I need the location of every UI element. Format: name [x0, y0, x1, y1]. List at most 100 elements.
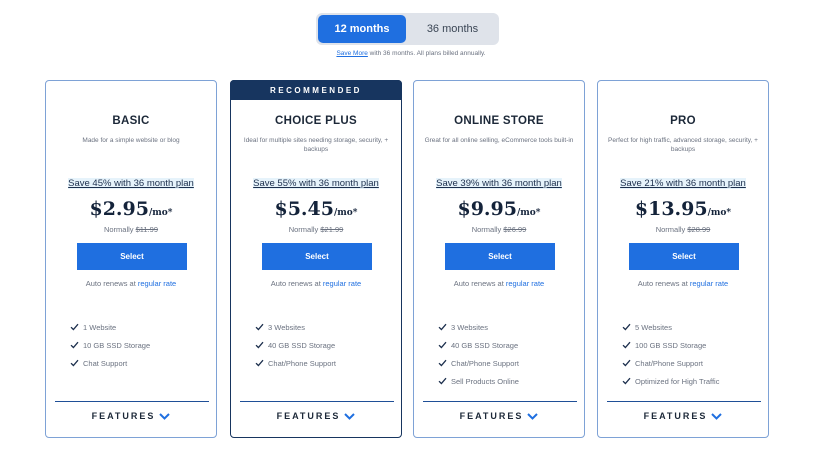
chevron-down-icon [527, 412, 539, 420]
feature-list: 5 Websites 100 GB SSD Storage Chat/Phone… [622, 318, 762, 390]
billing-note: Save More with 36 months. All plans bill… [0, 50, 822, 57]
feature-text: 1 Website [83, 322, 117, 332]
feature-item: Sell Products Online [438, 372, 578, 390]
feature-text: Chat Support [83, 358, 128, 368]
check-icon [622, 323, 632, 331]
normally-label: Normally [471, 225, 504, 234]
chevron-down-icon [711, 412, 723, 420]
check-icon [438, 359, 448, 367]
regular-rate-link[interactable]: regular rate [323, 279, 361, 288]
renew-text: Auto renews at [85, 279, 138, 288]
save-offer-link[interactable]: Save 39% with 36 month plan [436, 178, 562, 189]
normally-price: $11.99 [135, 225, 159, 234]
renew-text: Auto renews at [637, 279, 690, 288]
billing-note-text: with 36 months. All plans billed annuall… [367, 50, 486, 57]
regular-rate-link[interactable]: regular rate [506, 279, 544, 288]
feature-item: 3 Websites [438, 318, 578, 336]
plan-description: Made for a simple website or blog [82, 137, 180, 144]
normal-price: Normally $11.99 [46, 225, 216, 234]
regular-rate-link[interactable]: regular rate [138, 279, 176, 288]
price-period: /mo* [707, 208, 732, 218]
chevron-down-icon [159, 412, 171, 420]
features-toggle[interactable]: FEATURES [598, 411, 768, 421]
feature-item: 1 Website [70, 318, 210, 336]
save-offer: Save 39% with 36 month plan [414, 178, 584, 189]
feature-list: 1 Website 10 GB SSD Storage Chat Support [70, 318, 210, 372]
regular-rate-link[interactable]: regular rate [690, 279, 728, 288]
normally-label: Normally [655, 225, 688, 234]
feature-list: 3 Websites 40 GB SSD Storage Chat/Phone … [255, 318, 395, 372]
feature-item: 3 Websites [255, 318, 395, 336]
feature-item: 100 GB SSD Storage [622, 336, 762, 354]
check-icon [70, 323, 80, 331]
features-toggle[interactable]: FEATURES [414, 411, 584, 421]
feature-text: 10 GB SSD Storage [83, 340, 151, 350]
feature-text: Chat/Phone Support [268, 358, 336, 368]
select-button[interactable]: Select [77, 243, 187, 270]
normally-label: Normally [288, 225, 321, 234]
features-toggle[interactable]: FEATURES [231, 411, 401, 421]
normal-price: Normally $26.99 [414, 225, 584, 234]
plan-description: Ideal for multiple sites needing storage… [243, 137, 389, 153]
plan-price: $5.45/mo* [231, 198, 401, 220]
check-icon [70, 341, 80, 349]
renew-text: Auto renews at [453, 279, 506, 288]
select-button[interactable]: Select [629, 243, 739, 270]
price-amount: $5.45 [274, 198, 334, 220]
feature-item: Optimized for High Traffic [622, 372, 762, 390]
feature-text: Chat/Phone Support [451, 358, 519, 368]
save-offer-link[interactable]: Save 21% with 36 month plan [620, 178, 746, 189]
check-icon [622, 377, 632, 385]
normal-price: Normally $28.99 [598, 225, 768, 234]
check-icon [70, 359, 80, 367]
normally-price: $26.99 [503, 225, 527, 234]
plan-price: $9.95/mo* [414, 198, 584, 220]
save-offer: Save 21% with 36 month plan [598, 178, 768, 189]
check-icon [255, 323, 265, 331]
save-offer: Save 55% with 36 month plan [231, 178, 401, 189]
feature-item: Chat Support [70, 354, 210, 372]
save-more-link[interactable]: Save More [336, 50, 367, 57]
select-button[interactable]: Select [445, 243, 555, 270]
recommended-ribbon: RECOMMENDED [230, 80, 402, 100]
term-36-months-button[interactable]: 36 months [408, 15, 497, 43]
check-icon [622, 359, 632, 367]
term-12-months-button[interactable]: 12 months [318, 15, 406, 43]
normal-price: Normally $21.99 [231, 225, 401, 234]
plan-card-online-store: ONLINE STORE Great for all online sellin… [413, 80, 585, 438]
check-icon [438, 323, 448, 331]
feature-item: 10 GB SSD Storage [70, 336, 210, 354]
plan-card-basic: BASIC Made for a simple website or blog … [45, 80, 217, 438]
select-button[interactable]: Select [262, 243, 372, 270]
feature-text: 40 GB SSD Storage [451, 340, 519, 350]
term-toggle: 12 months 36 months [316, 13, 499, 45]
check-icon [438, 377, 448, 385]
price-period: /mo* [148, 208, 173, 218]
feature-text: 5 Websites [635, 322, 672, 332]
feature-text: 40 GB SSD Storage [268, 340, 336, 350]
features-label: FEATURES [276, 411, 341, 421]
plan-card-choice-plus: RECOMMENDED CHOICE PLUS Ideal for multip… [230, 80, 402, 438]
feature-text: Sell Products Online [451, 376, 519, 386]
plan-description: Perfect for high traffic, advanced stora… [608, 137, 758, 153]
check-icon [255, 341, 265, 349]
auto-renew-note: Auto renews at regular rate [46, 279, 216, 288]
save-offer-link[interactable]: Save 55% with 36 month plan [253, 178, 379, 189]
renew-text: Auto renews at [270, 279, 323, 288]
feature-item: 40 GB SSD Storage [438, 336, 578, 354]
divider [240, 401, 394, 402]
features-label: FEATURES [643, 411, 708, 421]
save-offer-link[interactable]: Save 45% with 36 month plan [68, 178, 194, 189]
auto-renew-note: Auto renews at regular rate [231, 279, 401, 288]
auto-renew-note: Auto renews at regular rate [598, 279, 768, 288]
plan-description: Great for all online selling, eCommerce … [424, 137, 574, 144]
check-icon [255, 359, 265, 367]
features-toggle[interactable]: FEATURES [46, 411, 216, 421]
feature-text: 3 Websites [268, 322, 305, 332]
price-period: /mo* [333, 208, 358, 218]
plan-name: BASIC [112, 115, 150, 127]
feature-text: 100 GB SSD Storage [635, 340, 707, 350]
plan-card-pro: PRO Perfect for high traffic, advanced s… [597, 80, 769, 438]
normally-label: Normally [103, 225, 136, 234]
plan-price: $2.95/mo* [46, 198, 216, 220]
